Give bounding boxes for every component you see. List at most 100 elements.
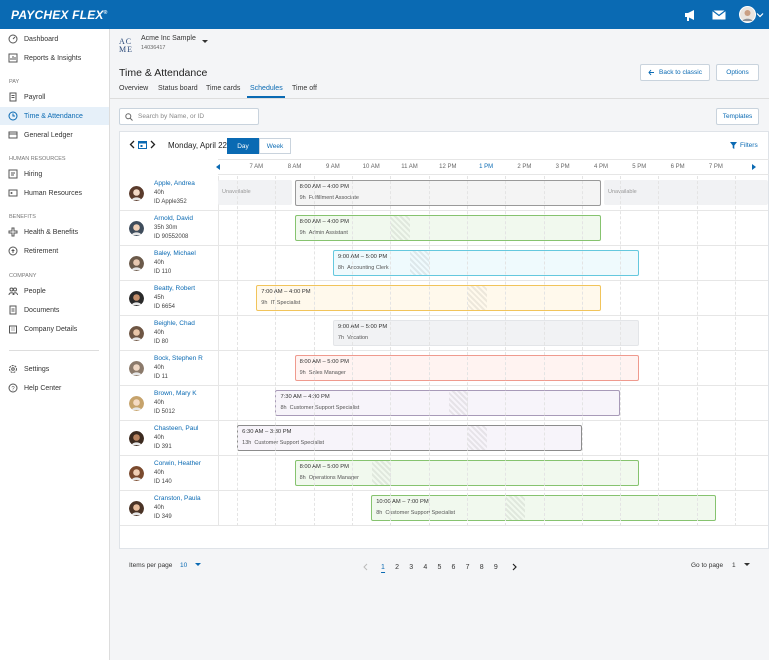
page-link[interactable]: 8 (480, 564, 484, 571)
prev-page-icon[interactable] (362, 563, 368, 573)
hour-label: 7 PM (708, 164, 723, 170)
sidebar-item-dashboard[interactable]: Dashboard (0, 30, 109, 48)
shift-block[interactable]: 9:00 AM – 5:00 PM 7h Vacation (332, 320, 640, 346)
avatar[interactable] (129, 431, 144, 446)
sidebar-item-hiring[interactable]: Hiring (0, 165, 109, 183)
sidebar-item-human-resources[interactable]: Human Resources (0, 184, 109, 202)
tab-overview[interactable]: Overview (119, 85, 148, 92)
page-link[interactable]: 7 (466, 564, 470, 571)
payroll-icon (9, 92, 17, 102)
retirement-icon (8, 246, 18, 256)
employee-hours: 40h (154, 505, 165, 511)
day-view-button[interactable]: Day (227, 138, 259, 154)
avatar[interactable] (129, 256, 144, 271)
chevron-down-icon (744, 563, 751, 566)
tab-schedules[interactable]: Schedules (250, 85, 283, 92)
employee-name-link[interactable]: Beighle, Chad (154, 320, 195, 327)
employee-name-link[interactable]: Bock, Stephen R (154, 355, 203, 362)
options-button[interactable]: Options (716, 64, 759, 81)
page-link[interactable]: 3 (409, 564, 413, 571)
sidebar-item-payroll[interactable]: Payroll (0, 88, 109, 106)
page-link[interactable]: 1 (381, 564, 385, 573)
sidebar-item-time-attendance[interactable]: Time & Attendance (0, 107, 109, 125)
sidebar-item-people[interactable]: People (0, 282, 109, 300)
section-benefits: BENEFITS (9, 214, 36, 220)
employee-hours: 40h (154, 365, 165, 371)
page-link[interactable]: 4 (423, 564, 427, 571)
tab-time-cards[interactable]: Time cards (206, 85, 240, 92)
go-to-page-label: Go to page (691, 562, 724, 569)
items-per-page-select[interactable]: 10 (180, 562, 202, 569)
megaphone-icon[interactable] (683, 7, 699, 23)
prev-day-icon[interactable] (129, 140, 135, 151)
sidebar-item-documents[interactable]: Documents (0, 301, 109, 319)
avatar[interactable] (129, 221, 144, 236)
unavailable-block: Unavailable (604, 180, 768, 205)
tab-status-board[interactable]: Status board (158, 85, 198, 92)
avatar[interactable] (129, 501, 144, 516)
chevron-down-icon[interactable] (756, 11, 764, 19)
sidebar-item-general-ledger[interactable]: General Ledger (0, 126, 109, 144)
sidebar-item-retirement[interactable]: Retirement (0, 242, 109, 260)
sidebar-item-settings[interactable]: Settings (0, 360, 109, 378)
scroll-right-icon[interactable] (752, 164, 756, 172)
shift-time: 9:00 AM – 5:00 PM (337, 254, 388, 260)
search-box[interactable] (119, 108, 259, 125)
sidebar-item-help-center[interactable]: ? Help Center (0, 379, 109, 397)
hour-grid-line (735, 176, 737, 526)
company-dropdown-icon[interactable] (202, 39, 208, 46)
employee-name-link[interactable]: Corwin, Heather (154, 460, 201, 467)
page-link[interactable]: 9 (494, 564, 498, 571)
avatar[interactable] (739, 6, 756, 23)
unavailable-block: Unavailable (218, 180, 292, 205)
employee-name-link[interactable]: Chasteen, Paul (154, 425, 198, 432)
schedule-date: Monday, April 22 (168, 141, 227, 150)
mail-icon[interactable] (711, 7, 727, 23)
employee-hours: 40h (154, 330, 165, 336)
tab-time-off[interactable]: Time off (292, 85, 317, 92)
paychex-logo[interactable]: PAYCHEX FLEX® (11, 8, 108, 22)
break-block (467, 286, 487, 310)
search-input[interactable] (138, 113, 256, 120)
avatar[interactable] (129, 186, 144, 201)
avatar[interactable] (129, 291, 144, 306)
page-link[interactable]: 2 (395, 564, 399, 571)
avatar[interactable] (129, 466, 144, 481)
page-link[interactable]: 6 (452, 564, 456, 571)
week-view-button[interactable]: Week (259, 138, 291, 154)
employee-name-link[interactable]: Arnold, David (154, 215, 193, 222)
employee-id: ID 349 (154, 514, 172, 520)
templates-button[interactable]: Templates (716, 108, 759, 125)
hour-label: 8 AM (287, 164, 302, 170)
filters-button[interactable]: Filters (730, 142, 758, 149)
shift-block[interactable]: 8:00 AM – 4:00 PM 9h Admin Assistant (294, 215, 601, 241)
page-link[interactable]: 5 (437, 564, 441, 571)
shift-block[interactable]: 6:30 AM – 3:30 PM 13h Customer Support Sp… (237, 425, 582, 451)
company-name[interactable]: Acme Inc Sample (141, 35, 196, 42)
sidebar-item-health-benefits[interactable]: Health & Benefits (0, 223, 109, 241)
employee-id: ID 140 (154, 479, 172, 485)
avatar[interactable] (129, 396, 144, 411)
calendar-icon[interactable] (138, 140, 147, 151)
scroll-left-icon[interactable] (216, 164, 220, 172)
shift-block[interactable]: 9:00 AM – 5:00 PM 8h Accounting Clerk (332, 250, 640, 276)
avatar[interactable] (129, 326, 144, 341)
employee-name-link[interactable]: Apple, Andrea (154, 180, 195, 187)
employee-id: ID 90552008 (154, 234, 189, 240)
employee-id: ID Apple352 (154, 199, 187, 205)
sidebar-item-company-details[interactable]: Company Details (0, 320, 109, 338)
go-to-page-select[interactable]: 1 (732, 562, 751, 569)
employee-name-link[interactable]: Brown, Mary K (154, 390, 197, 397)
next-day-icon[interactable] (150, 140, 156, 151)
sidebar-item-reports[interactable]: Reports & Insights (0, 49, 109, 67)
shift-time: 10:00 AM – 7:00 PM (376, 499, 429, 505)
break-block (410, 251, 430, 275)
employee-name-link[interactable]: Cranston, Paula (154, 495, 201, 502)
back-to-classic-button[interactable]: Back to classic (640, 64, 710, 81)
employee-name-link[interactable]: Beatty, Robert (154, 285, 195, 292)
shift-block[interactable]: 8:00 AM – 4:00 PM 9h Fulfillment Associat… (294, 180, 601, 206)
shift-block[interactable]: 7:30 AM – 4:30 PM 8h Customer Support Spe… (275, 390, 621, 416)
employee-name-link[interactable]: Baley, Michael (154, 250, 196, 257)
next-page-icon[interactable] (512, 563, 518, 573)
avatar[interactable] (129, 361, 144, 376)
